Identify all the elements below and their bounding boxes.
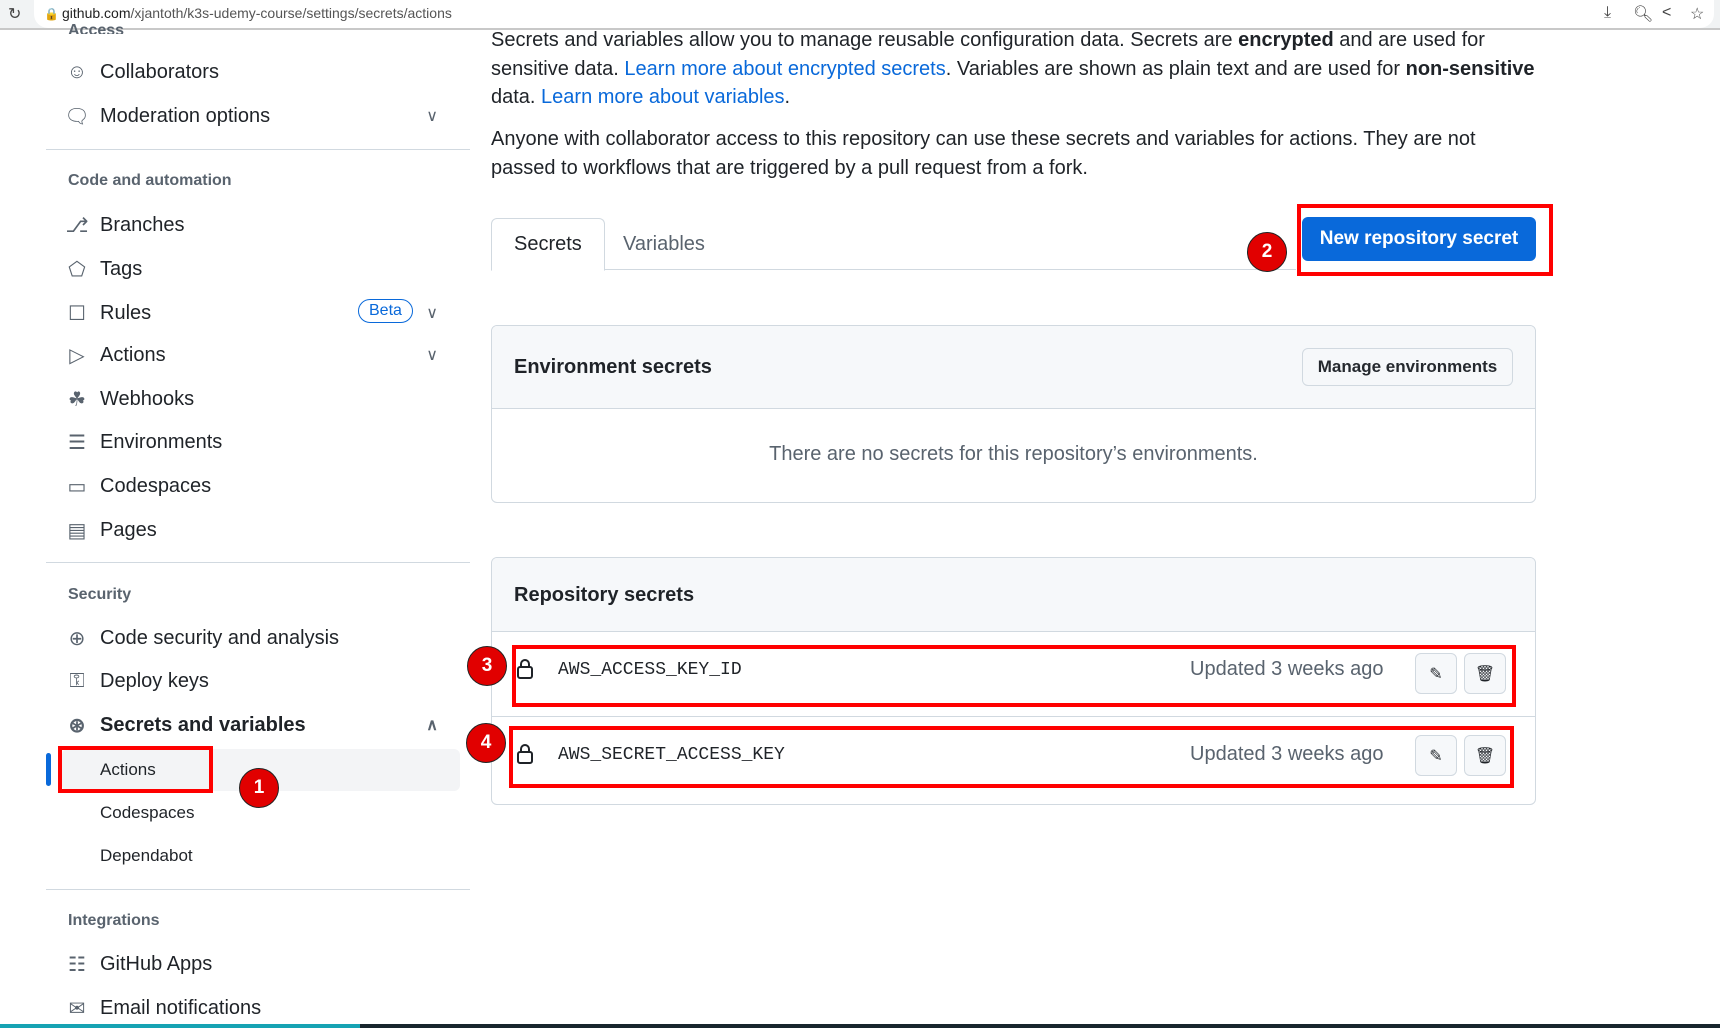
- sidebar-item-webhooks[interactable]: ☘ Webhooks: [62, 379, 460, 419]
- sidebar-item-label: Deploy keys: [100, 669, 209, 692]
- tab-bar: Secrets Variables: [491, 218, 1296, 271]
- sidebar-item-label: Codespaces: [100, 474, 212, 497]
- sidebar-item-environments[interactable]: ☰ Environments: [62, 422, 460, 462]
- chevron-down-icon: ∨: [426, 347, 438, 364]
- codescan-icon: ⊕: [68, 627, 86, 650]
- sidebar-item-actions[interactable]: ▷ Actions ∨: [62, 335, 460, 375]
- sidebar-item-label: Actions: [100, 343, 166, 366]
- environment-secrets-panel: Environment secrets Manage environments …: [491, 325, 1536, 503]
- divider: [46, 889, 470, 890]
- annotation-marker: 1: [239, 768, 279, 808]
- zoom-icon[interactable]: 🔍︎: [1633, 4, 1653, 24]
- beta-badge: Beta: [358, 299, 413, 323]
- learn-more-secrets-link[interactable]: Learn more about encrypted secrets: [624, 58, 945, 80]
- play-icon: ▷: [69, 344, 85, 367]
- reload-icon[interactable]: ↻: [8, 4, 21, 24]
- sidebar-item-label: Rules: [100, 301, 152, 324]
- sidebar-item-label: Webhooks: [100, 387, 195, 410]
- rules-icon: ☐: [68, 302, 86, 325]
- sidebar-item-rules[interactable]: ☐ Rules Beta ∨: [62, 293, 460, 333]
- key-icon: ⚿: [69, 669, 85, 692]
- sidebar-item-code-security[interactable]: ⊕ Code security and analysis: [62, 618, 460, 658]
- section-heading-security: Security: [68, 586, 132, 603]
- codespaces-icon: ▭: [67, 475, 87, 498]
- sidebar-item-moderation[interactable]: 🗨︎ Moderation options ∨: [62, 96, 460, 136]
- section-heading-access: Access: [68, 22, 125, 34]
- section-heading-integrations: Integrations: [68, 912, 160, 929]
- sidebar-item-label: Pages: [100, 518, 157, 541]
- intro-paragraph: Secrets and variables allow you to manag…: [491, 29, 1535, 108]
- learn-more-variables-link[interactable]: Learn more about variables: [541, 86, 784, 108]
- section-heading-code: Code and automation: [68, 172, 232, 189]
- lock-icon: 🔒: [44, 7, 59, 21]
- star-icon[interactable]: ☆: [1690, 4, 1704, 24]
- sidebar-item-label: Dependabot: [100, 846, 193, 865]
- sidebar-item-label: Code security and analysis: [100, 626, 340, 649]
- asterisk-icon: ⊛: [68, 714, 86, 737]
- sidebar-item-secrets-and-variables[interactable]: ⊛ Secrets and variables ∧: [62, 705, 460, 745]
- branch-icon: ⎇: [65, 214, 89, 237]
- mail-icon: ✉: [68, 997, 86, 1020]
- divider: [46, 562, 470, 563]
- sidebar-item-tags[interactable]: ⬠ Tags: [62, 249, 460, 289]
- share-icon[interactable]: <: [1662, 4, 1671, 22]
- apps-icon: ☷: [68, 953, 86, 976]
- sidebar-item-github-apps[interactable]: ☷ GitHub Apps: [62, 944, 460, 984]
- annotation-marker: 2: [1247, 232, 1287, 272]
- sidebar-item-label: GitHub Apps: [100, 952, 213, 975]
- chevron-down-icon: ∨: [426, 108, 438, 125]
- install-icon[interactable]: ⤓: [1604, 4, 1611, 22]
- empty-state-text: There are no secrets for this repository…: [769, 443, 1258, 465]
- sidebar-item-label: Email notifications: [100, 996, 262, 1019]
- taskbar-edge: [360, 1024, 1720, 1028]
- selected-indicator: [46, 753, 51, 786]
- sidebar-item-label: Moderation options: [100, 104, 271, 127]
- taskbar-edge: [0, 1024, 360, 1028]
- annotation-box: [512, 645, 1516, 707]
- sidebar-item-label: Environments: [100, 430, 223, 453]
- environment-secrets-title: Environment secrets: [514, 356, 712, 378]
- annotation-box: [509, 726, 1514, 788]
- repository-secrets-title: Repository secrets: [514, 584, 695, 606]
- sidebar-item-email-notifications[interactable]: ✉ Email notifications: [62, 988, 460, 1028]
- sidebar-subitem-dependabot[interactable]: Dependabot: [62, 835, 460, 877]
- divider: [46, 149, 470, 150]
- sidebar-item-label: Codespaces: [100, 803, 195, 822]
- webhook-icon: ☘: [68, 388, 86, 411]
- sidebar-item-label: Branches: [100, 213, 185, 236]
- chevron-up-icon: ∧: [426, 717, 438, 734]
- url-text[interactable]: github.com/xjantoth/k3s-udemy-course/set…: [62, 5, 452, 21]
- chevron-down-icon: ∨: [426, 305, 438, 322]
- manage-environments-button[interactable]: Manage environments: [1302, 348, 1513, 386]
- sidebar-item-branches[interactable]: ⎇ Branches: [62, 205, 460, 245]
- people-icon: ☺: [66, 60, 88, 83]
- annotation-box: [1297, 204, 1553, 276]
- annotation-marker: 4: [466, 723, 506, 763]
- annotation-box: [58, 746, 213, 793]
- comment-discussion-icon: 🗨︎: [64, 105, 90, 128]
- annotation-marker: 3: [467, 646, 507, 686]
- tab-secrets[interactable]: Secrets: [491, 218, 605, 271]
- collaborator-note: Anyone with collaborator access to this …: [491, 128, 1476, 179]
- sidebar-item-label: Collaborators: [100, 60, 219, 83]
- sidebar-item-codespaces[interactable]: ▭ Codespaces: [62, 466, 460, 506]
- sidebar-item-collaborators[interactable]: ☺ Collaborators: [62, 52, 460, 92]
- browser-icon: ▤: [67, 519, 87, 542]
- server-icon: ☰: [68, 431, 86, 454]
- tab-variables[interactable]: Variables: [601, 218, 727, 271]
- sidebar-item-label: Secrets and variables: [100, 713, 306, 736]
- sidebar-item-pages[interactable]: ▤ Pages: [62, 510, 460, 550]
- sidebar-item-deploy-keys[interactable]: ⚿ Deploy keys: [62, 661, 460, 701]
- tag-icon: ⬠: [68, 258, 86, 281]
- sidebar-item-label: Tags: [100, 257, 143, 280]
